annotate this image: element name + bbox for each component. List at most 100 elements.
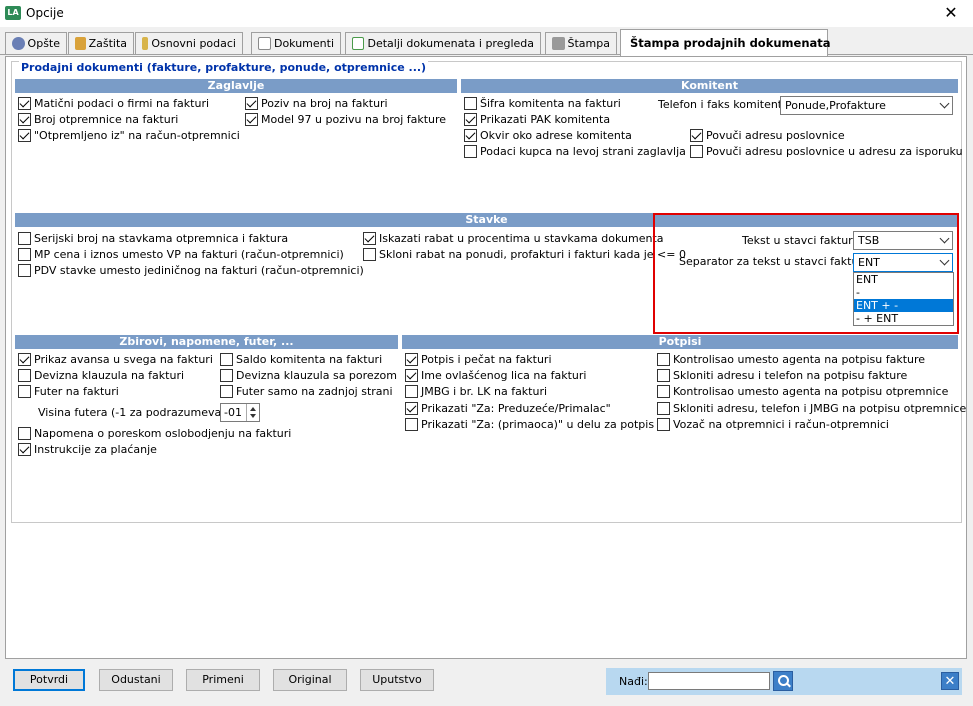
checkbox-box[interactable]: [245, 97, 258, 110]
checkbox-poziv-na-broj[interactable]: Poziv na broj na fakturi: [245, 96, 388, 111]
checkbox-devizna-porez[interactable]: Devizna klauzula sa porezom: [220, 368, 397, 383]
checkbox-devizna-klauzula[interactable]: Devizna klauzula na fakturi: [18, 368, 184, 383]
tab-detalji[interactable]: Detalji dokumenata i pregleda: [345, 32, 541, 54]
checkbox-box[interactable]: [363, 232, 376, 245]
checkbox-okvir-adrese[interactable]: Okvir oko adrese komitenta: [464, 128, 632, 143]
checkbox-podaci-kupca-levo[interactable]: Podaci kupca na levoj strani zaglavlja: [464, 144, 686, 159]
checkbox-box[interactable]: [18, 385, 31, 398]
checkbox-sifra-komitenta[interactable]: Šifra komitenta na fakturi: [464, 96, 621, 111]
checkbox-pak-komitenta[interactable]: Prikazati PAK komitenta: [464, 112, 610, 127]
checkbox-box[interactable]: [657, 402, 670, 415]
checkbox-jmbg-lk[interactable]: JMBG i br. LK na fakturi: [405, 384, 547, 399]
checkbox-box[interactable]: [18, 443, 31, 456]
checkbox-box[interactable]: [220, 369, 233, 382]
checkbox-prikaz-avansa[interactable]: Prikaz avansa u svega na fakturi: [18, 352, 213, 367]
checkbox-box[interactable]: [18, 264, 31, 277]
checkbox-adresa-poslovnice[interactable]: Povuči adresu poslovnice: [690, 128, 845, 143]
futer-height-label: Visina futera (-1 za podrazumevano):: [38, 406, 243, 419]
checkbox-box[interactable]: [18, 97, 31, 110]
arrow-up-icon[interactable]: [250, 407, 256, 411]
checkbox-box[interactable]: [405, 402, 418, 415]
tab-stampa-prodajnih[interactable]: Štampa prodajnih dokumenata: [620, 29, 831, 56]
checkbox-broj-otpremnice[interactable]: Broj otpremnice na fakturi: [18, 112, 178, 127]
checkbox-box[interactable]: [220, 353, 233, 366]
checkbox-pdv-stavke[interactable]: PDV stavke umesto jediničnog na fakturi …: [18, 263, 364, 278]
stepper-buttons[interactable]: [246, 404, 259, 421]
checkbox-box[interactable]: [405, 369, 418, 382]
checkbox-box[interactable]: [657, 353, 670, 366]
checkbox-serijski-broj[interactable]: Serijski broj na stavkama otpremnica i f…: [18, 231, 288, 246]
close-find-button[interactable]: ✕: [941, 672, 959, 690]
checkbox-box[interactable]: [18, 353, 31, 366]
checkbox-box[interactable]: [405, 385, 418, 398]
checkbox-instrukcije-placanje[interactable]: Instrukcije za plaćanje: [18, 442, 157, 457]
lock-icon: [75, 37, 86, 50]
checkbox-napomena-poreska[interactable]: Napomena o poreskom oslobodjenju na fakt…: [18, 426, 291, 441]
checkbox-label: Povuči adresu poslovnice: [706, 129, 845, 142]
checkbox-box[interactable]: [220, 385, 233, 398]
checkbox-skloniti-adresu-otpremnice[interactable]: Skloniti adresu, telefon i JMBG na potpi…: [657, 401, 966, 416]
checkbox-box[interactable]: [18, 248, 31, 261]
checkbox-saldo-komitenta[interactable]: Saldo komitenta na fakturi: [220, 352, 382, 367]
checkbox-skloni-rabat[interactable]: Skloni rabat na ponudi, profakturi i fak…: [363, 247, 686, 262]
checkbox-box[interactable]: [464, 129, 477, 142]
checkbox-box[interactable]: [405, 353, 418, 366]
checkbox-adresa-isporuka[interactable]: Povuči adresu poslovnice u adresu za isp…: [690, 144, 963, 159]
checkbox-box[interactable]: [18, 369, 31, 382]
checkbox-kontrolisao-fakture[interactable]: Kontrolisao umesto agenta na potpisu fak…: [657, 352, 925, 367]
checkbox-label: Vozač na otpremnici i račun-otpremnici: [673, 418, 889, 431]
app-logo-icon: LA: [5, 6, 21, 20]
close-window-button[interactable]: ✕: [936, 2, 966, 24]
checkbox-box[interactable]: [18, 427, 31, 440]
checkbox-label: Šifra komitenta na fakturi: [480, 97, 621, 110]
checkbox-vozac[interactable]: Vozač na otpremnici i račun-otpremnici: [657, 417, 889, 432]
checkbox-box[interactable]: [690, 129, 703, 142]
checkbox-model-97[interactable]: Model 97 u pozivu na broj fakture: [245, 112, 446, 127]
arrow-down-icon[interactable]: [250, 414, 256, 418]
checkbox-box[interactable]: [405, 418, 418, 431]
list-icon: [352, 37, 365, 50]
find-input[interactable]: [648, 672, 770, 690]
document-icon: [258, 37, 271, 50]
checkbox-ime-ovlascenog[interactable]: Ime ovlašćenog lica na fakturi: [405, 368, 586, 383]
checkbox-label: Matični podaci o firmi na fakturi: [34, 97, 210, 110]
checkbox-skloniti-adresu-fakture[interactable]: Skloniti adresu i telefon na potpisu fak…: [657, 368, 907, 383]
tab-opste[interactable]: Opšte: [5, 32, 67, 54]
tab-osnovni-podaci[interactable]: Osnovni podaci: [135, 32, 243, 54]
checkbox-mp-cena[interactable]: MP cena i iznos umesto VP na fakturi (ra…: [18, 247, 344, 262]
checkbox-box[interactable]: [657, 385, 670, 398]
checkbox-za-preduzece[interactable]: Prikazati "Za: Preduzeće/Primalac": [405, 401, 611, 416]
checkbox-za-primaoca[interactable]: Prikazati "Za: (primaoca)" u delu za pot…: [405, 417, 654, 432]
checkbox-maticni-podaci[interactable]: Matični podaci o firmi na fakturi: [18, 96, 209, 111]
odustani-button[interactable]: Odustani: [99, 669, 173, 691]
checkbox-box[interactable]: [657, 369, 670, 382]
checkbox-box[interactable]: [657, 418, 670, 431]
uputstvo-button[interactable]: Uputstvo: [360, 669, 434, 691]
tab-stampa[interactable]: Štampa: [545, 32, 617, 54]
potvrdi-button[interactable]: Potvrdi: [13, 669, 85, 691]
checkbox-box[interactable]: [464, 145, 477, 158]
checkbox-box[interactable]: [18, 232, 31, 245]
checkbox-box[interactable]: [18, 113, 31, 126]
checkbox-iskazati-rabat[interactable]: Iskazati rabat u procentima u stavkama d…: [363, 231, 664, 246]
checkbox-box[interactable]: [690, 145, 703, 158]
futer-height-value[interactable]: -01: [224, 406, 242, 419]
section-zbirovi: Zbirovi, napomene, futer, ...: [15, 335, 398, 349]
tab-dokumenti[interactable]: Dokumenti: [251, 32, 341, 54]
checkbox-box[interactable]: [363, 248, 376, 261]
checkbox-futer[interactable]: Futer na fakturi: [18, 384, 119, 399]
tab-zastita[interactable]: Zaštita: [68, 32, 134, 54]
original-button[interactable]: Original: [273, 669, 347, 691]
checkbox-box[interactable]: [464, 113, 477, 126]
checkbox-otpremljeno-iz[interactable]: "Otpremljeno iz" na račun-otpremnici: [18, 128, 240, 143]
checkbox-potpis-pecat[interactable]: Potpis i pečat na fakturi: [405, 352, 552, 367]
primeni-button[interactable]: Primeni: [186, 669, 260, 691]
checkbox-kontrolisao-otpremnice[interactable]: Kontrolisao umesto agenta na potpisu otp…: [657, 384, 948, 399]
checkbox-box[interactable]: [245, 113, 258, 126]
checkbox-box[interactable]: [464, 97, 477, 110]
checkbox-futer-zadnja[interactable]: Futer samo na zadnjoj strani: [220, 384, 393, 399]
phone-fax-select[interactable]: Ponude,Profakture: [780, 96, 953, 115]
checkbox-label: JMBG i br. LK na fakturi: [421, 385, 548, 398]
checkbox-box[interactable]: [18, 129, 31, 142]
search-icon[interactable]: [773, 671, 793, 691]
